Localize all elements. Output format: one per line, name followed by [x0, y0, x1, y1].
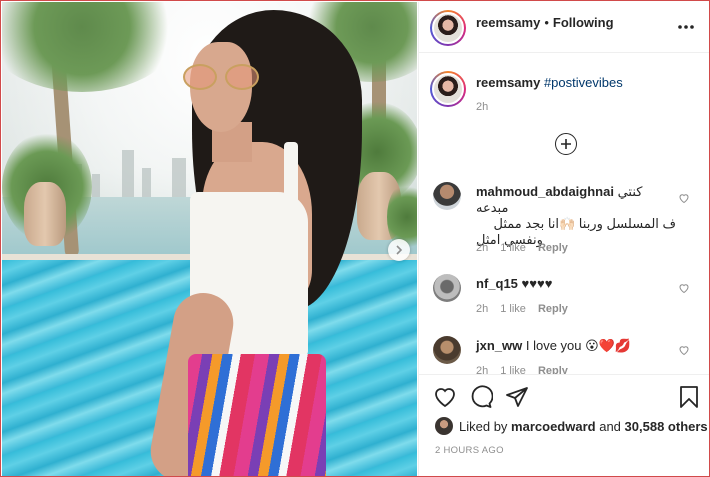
caption-time: 2h — [476, 101, 489, 113]
heart-icon[interactable] — [678, 344, 690, 356]
following-button[interactable]: Following — [553, 15, 614, 30]
post-timestamp[interactable]: 2 HOURS AGO — [435, 445, 504, 456]
likes-count[interactable]: 30,588 others — [625, 419, 708, 434]
share-icon[interactable] — [505, 385, 529, 409]
post-side-panel: reemsamy • Following reemsamy #postivevibe… — [418, 2, 709, 476]
comment-text: nf_q15 ♥♥♥♥ — [476, 276, 676, 292]
instagram-post-window: reemsamy • Following reemsamy #postivevibe… — [0, 0, 710, 477]
header-username[interactable]: reemsamy — [476, 15, 540, 30]
comment-time: 2h — [476, 303, 489, 315]
avatar[interactable] — [433, 182, 461, 210]
plus-circle-icon — [561, 139, 571, 149]
heart-icon[interactable] — [678, 282, 690, 294]
likes-prefix: Liked by — [459, 418, 508, 434]
comment-likes[interactable]: 1 like — [500, 242, 526, 254]
patterned-skirt — [188, 354, 326, 476]
post-actions: Liked by marcoedward and 30,588 others 2… — [419, 374, 709, 474]
likes-and: and — [599, 418, 621, 434]
comment-body: I love you 😮❤️💋 — [525, 338, 632, 353]
post-photo[interactable] — [2, 2, 417, 476]
reply-button[interactable]: Reply — [538, 242, 568, 254]
avatar[interactable] — [430, 10, 466, 46]
header-separator: • — [544, 15, 549, 30]
sunglasses — [183, 64, 265, 90]
caption-hashtag[interactable]: #postivevibes — [544, 75, 623, 90]
comment-username[interactable]: nf_q15 — [476, 276, 518, 291]
comment-likes[interactable]: 1 like — [500, 303, 526, 315]
header-text: reemsamy • Following — [476, 15, 614, 30]
more-horizontal-icon[interactable] — [677, 14, 695, 35]
bookmark-icon[interactable] — [677, 385, 701, 409]
comment-username[interactable]: mahmoud_abdaighnai — [476, 184, 614, 199]
heart-icon[interactable] — [433, 385, 457, 409]
next-photo-button[interactable] — [388, 239, 410, 261]
comment-body: ف المسلسل وربنا 🙌🏻انا بجد ممثل — [493, 216, 676, 231]
avatar[interactable] — [430, 71, 466, 107]
reply-button[interactable]: Reply — [538, 303, 568, 315]
likes-user[interactable]: marcoedward — [511, 419, 596, 434]
comment-username[interactable]: jxn_ww — [476, 338, 522, 353]
comment-meta: 2h 1 like Reply — [476, 303, 580, 315]
heart-icon[interactable] — [678, 192, 690, 204]
comment-meta: 2h 1 like Reply — [476, 242, 580, 254]
load-more-comments-button[interactable] — [555, 133, 577, 155]
post-header: reemsamy • Following — [419, 2, 709, 53]
comment-text: mahmoud_abdaighnai كنتي مبدعه ف المسلسل … — [476, 184, 676, 248]
comment-text: jxn_ww I love you 😮❤️💋 — [476, 338, 676, 354]
comment-time: 2h — [476, 242, 489, 254]
post-caption: reemsamy #postivevibes 2h — [419, 54, 709, 124]
planter-pot — [24, 182, 66, 246]
chevron-right-icon — [396, 245, 403, 255]
likes-summary: Liked by marcoedward and 30,588 others — [435, 417, 708, 435]
avatar[interactable] — [433, 274, 461, 302]
caption-text: reemsamy #postivevibes — [476, 75, 623, 90]
comment-body: ♥♥♥♥ — [521, 276, 553, 291]
caption-username[interactable]: reemsamy — [476, 75, 540, 90]
avatar[interactable] — [435, 417, 453, 435]
comment-icon[interactable] — [469, 385, 493, 409]
avatar[interactable] — [433, 336, 461, 364]
